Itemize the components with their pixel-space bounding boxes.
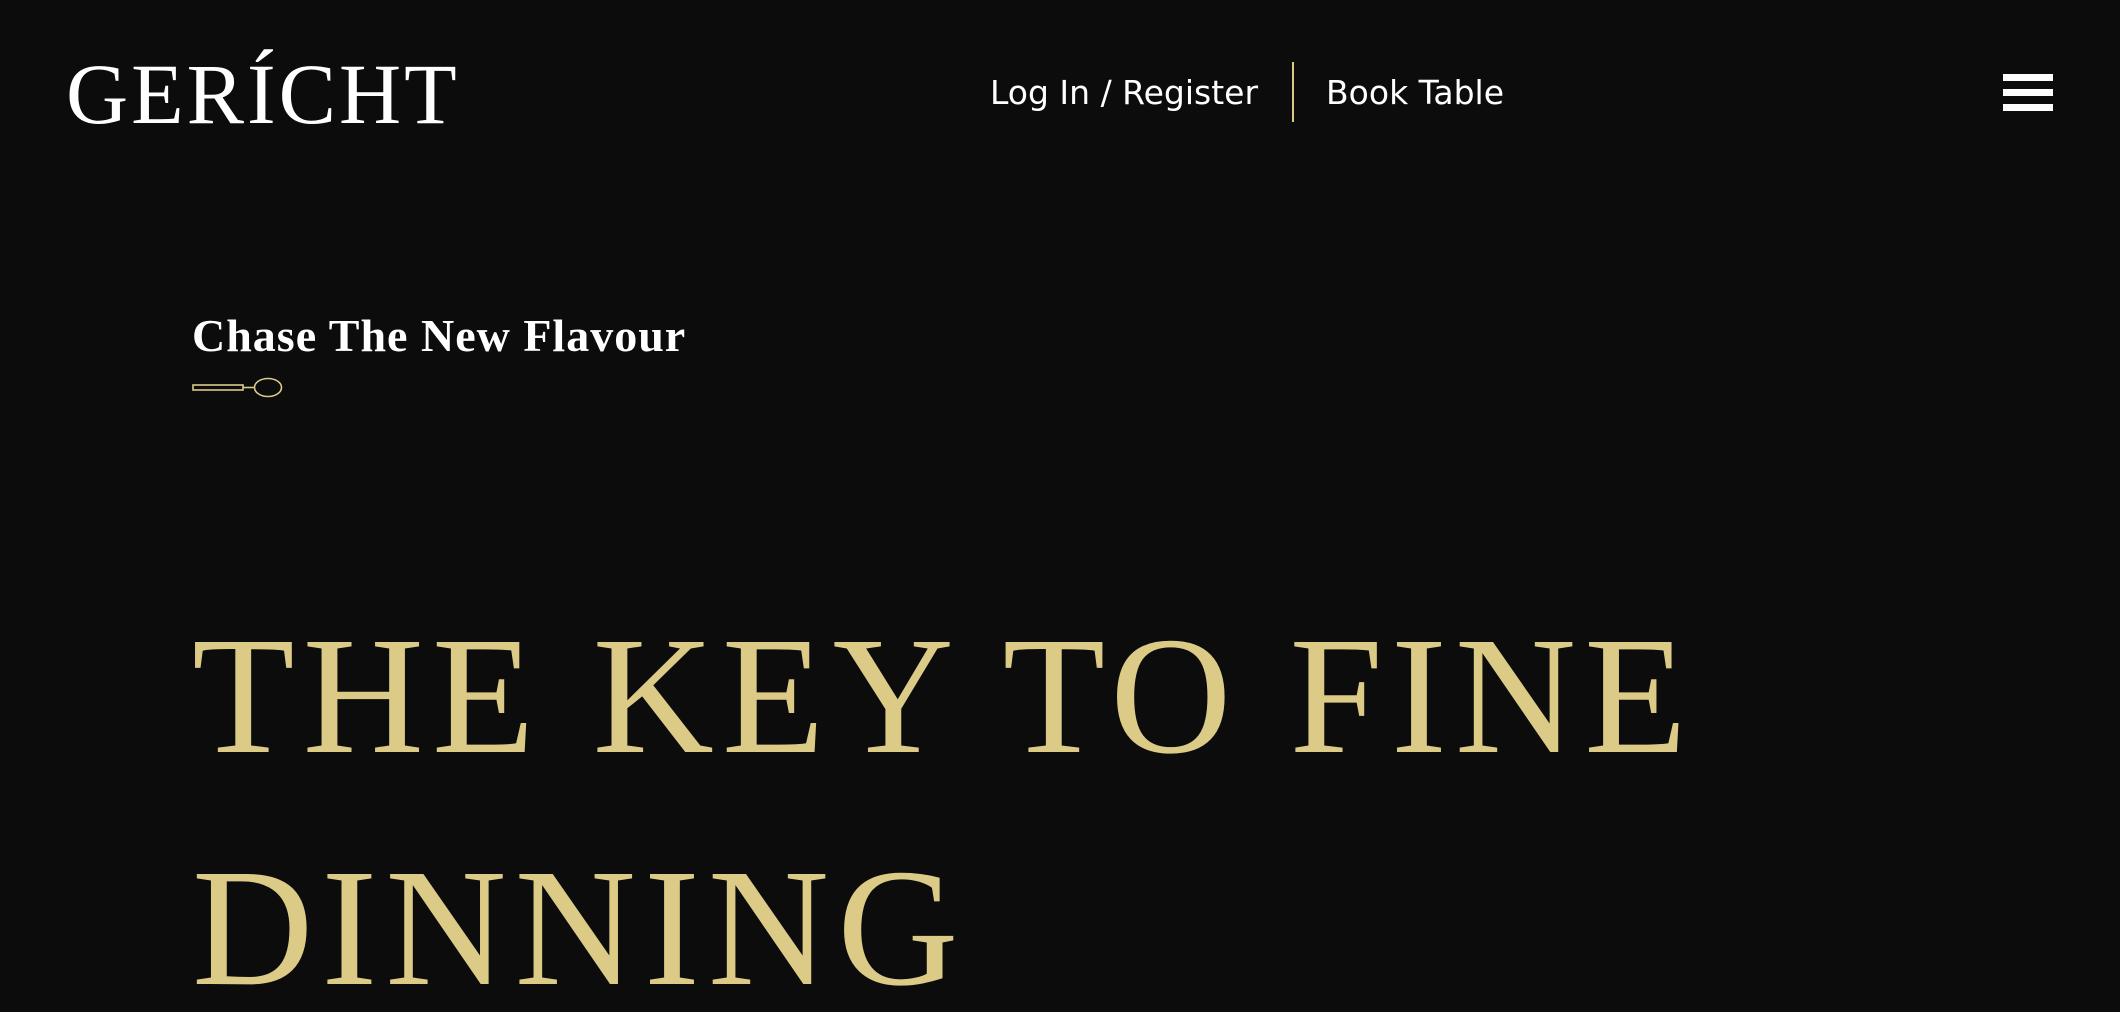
login-register-link[interactable]: Log In / Register xyxy=(990,73,1258,112)
nav-divider xyxy=(1292,62,1295,122)
book-table-link[interactable]: Book Table xyxy=(1326,73,1504,112)
menu-bar xyxy=(2003,74,2053,81)
hero-headline: THE KEY TO FINE DINNING xyxy=(192,603,1695,1012)
menu-bar xyxy=(2003,89,2053,96)
logo[interactable]: GERÍCHT xyxy=(66,46,460,142)
hero-subtitle: Chase The New Flavour xyxy=(192,310,687,361)
menu-bar xyxy=(2003,104,2053,111)
spoon-icon xyxy=(192,377,283,398)
header-nav: Log In / Register Book Table xyxy=(990,60,1504,124)
page: GERÍCHT Log In / Register Book Table Cha… xyxy=(0,0,2120,1012)
hamburger-menu-icon[interactable] xyxy=(2003,74,2053,112)
